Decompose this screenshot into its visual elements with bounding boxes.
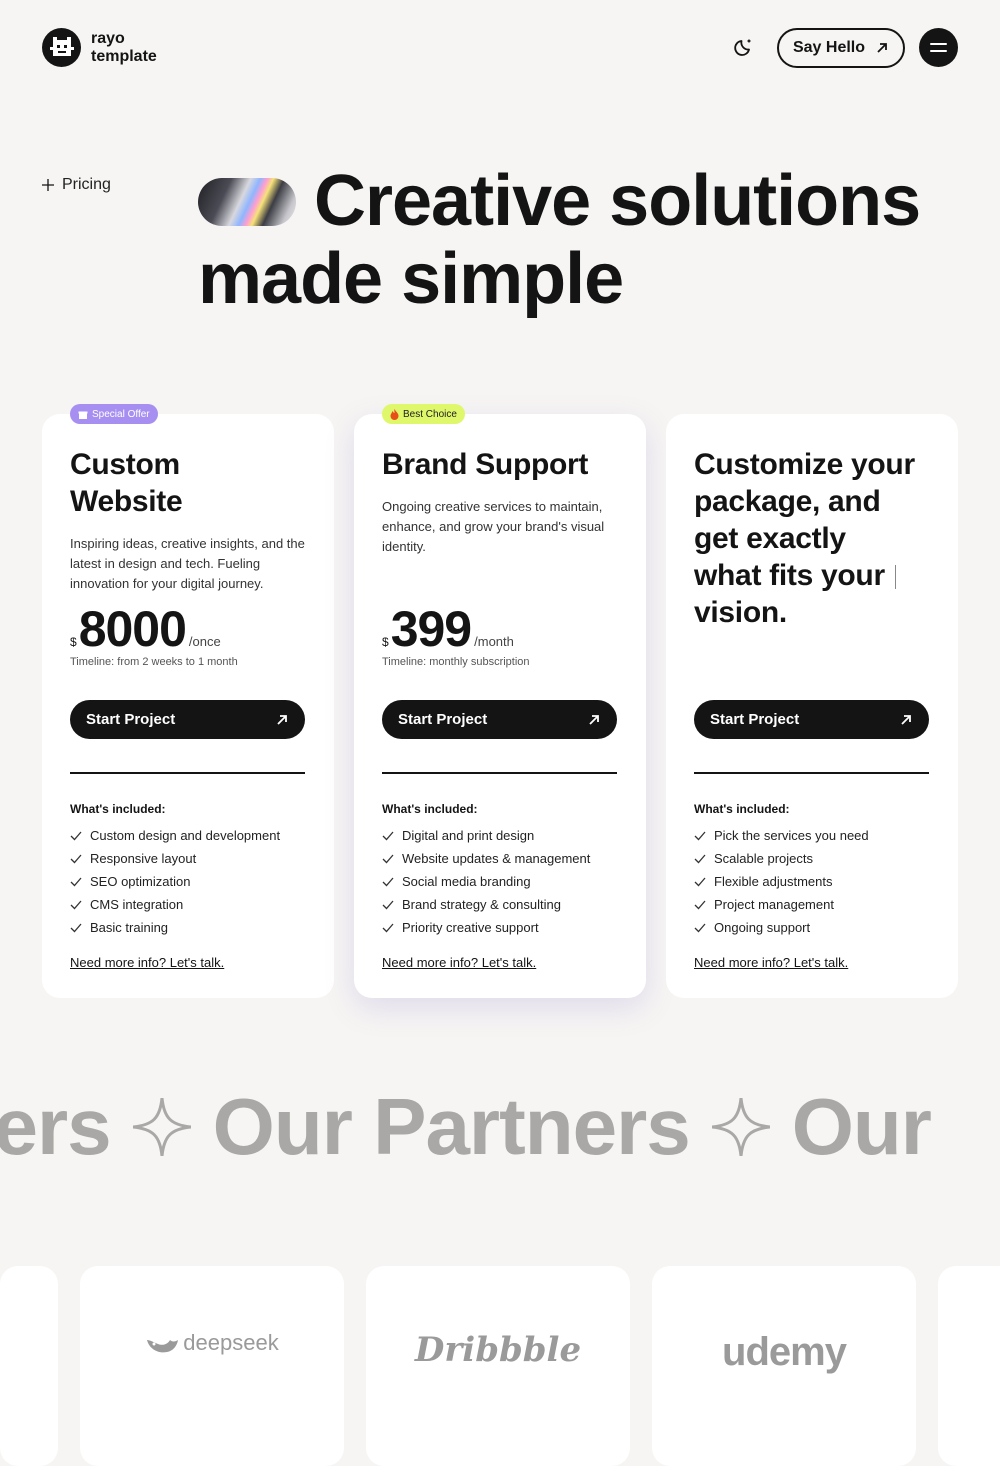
partner-card-udemy: udemy: [652, 1266, 916, 1466]
check-icon: [70, 900, 82, 909]
check-icon: [694, 900, 706, 909]
check-icon: [382, 877, 394, 886]
list-item: CMS integration: [70, 893, 280, 916]
partner-card-deepseek: deepseek: [80, 1266, 344, 1466]
list-item: Priority creative support: [382, 916, 590, 939]
check-icon: [382, 831, 394, 840]
section-eyebrow: Pricing: [42, 176, 111, 194]
start-project-button[interactable]: Start Project: [382, 700, 617, 739]
list-item: Scalable projects: [694, 847, 869, 870]
plan-description: Ongoing creative services to maintain, e…: [382, 499, 605, 554]
arrow-up-right-icon: [589, 714, 599, 725]
logo[interactable]: rayo template: [42, 28, 157, 67]
marquee-text: Our Partners: [212, 1082, 691, 1171]
marquee-text: Our: [791, 1082, 932, 1171]
list-item: Ongoing support: [694, 916, 869, 939]
logo-mark-icon: [42, 28, 81, 67]
partner-logo-text: Dribbble: [414, 1330, 582, 1370]
start-project-button[interactable]: Start Project: [70, 700, 305, 739]
check-icon: [694, 831, 706, 840]
logo-line1: rayo: [91, 29, 125, 47]
list-item: Flexible adjustments: [694, 870, 869, 893]
start-project-button[interactable]: Start Project: [694, 700, 929, 739]
list-item: Social media branding: [382, 870, 590, 893]
check-icon: [382, 854, 394, 863]
check-icon: [70, 877, 82, 886]
plan-description: Inspiring ideas, creative insights, and …: [70, 536, 305, 591]
logo-line2: template: [91, 47, 157, 65]
arrow-up-right-icon: [877, 43, 887, 53]
text-caret: [894, 565, 896, 590]
check-icon: [694, 854, 706, 863]
pricing-card-brand-support: Best Choice Brand Support Ongoing creati…: [354, 404, 646, 998]
plan-title: Customize your package, and get exactly …: [694, 448, 915, 629]
best-choice-badge: Best Choice: [382, 404, 465, 424]
title-line2: made simple: [198, 239, 624, 319]
moon-icon[interactable]: [733, 36, 755, 58]
list-item: SEO optimization: [70, 870, 280, 893]
check-icon: [382, 923, 394, 932]
included-title: What's included:: [70, 802, 166, 816]
sparkle-icon: [711, 1098, 770, 1156]
special-offer-badge: Special Offer: [70, 404, 158, 424]
more-info-link[interactable]: Need more info? Let's talk.: [70, 955, 224, 970]
whale-icon: [147, 1340, 179, 1353]
check-icon: [70, 854, 82, 863]
partner-logo-text: deepseek: [183, 1330, 279, 1355]
divider: [694, 772, 929, 774]
pricing-card-custom-website: Special Offer Custom Website Inspiring i…: [42, 404, 334, 998]
list-item: Website updates & management: [382, 847, 590, 870]
arrow-up-right-icon: [901, 714, 911, 725]
eyebrow-label: Pricing: [62, 176, 111, 193]
pricing-card-customize: Customize your package, and get exactly …: [666, 414, 958, 998]
title-line1: Creative solutions: [314, 161, 921, 241]
fire-icon: [390, 408, 399, 420]
more-info-link[interactable]: Need more info? Let's talk.: [694, 955, 848, 970]
plan-price: $ 8000 /once: [70, 601, 221, 657]
more-info-link[interactable]: Need more info? Let's talk.: [382, 955, 536, 970]
plan-timeline: Timeline: from 2 weeks to 1 month: [70, 656, 238, 668]
menu-button[interactable]: [919, 28, 958, 67]
sparkle-icon: [132, 1098, 191, 1156]
menu-icon: [930, 43, 947, 45]
partner-card-partial: [0, 1266, 58, 1466]
included-title: What's included:: [694, 802, 790, 816]
feature-list: Pick the services you need Scalable proj…: [694, 824, 869, 939]
gift-icon: [78, 411, 88, 419]
plan-price: $ 399 /month: [382, 601, 514, 657]
partners-marquee: tners Our Partners Our: [0, 1082, 1000, 1172]
list-item: Brand strategy & consulting: [382, 893, 590, 916]
included-title: What's included:: [382, 802, 478, 816]
list-item: Custom design and development: [70, 824, 280, 847]
list-item: Responsive layout: [70, 847, 280, 870]
list-item: Digital and print design: [382, 824, 590, 847]
check-icon: [694, 923, 706, 932]
divider: [70, 772, 305, 774]
page-title: Creative solutions made simple: [198, 162, 958, 318]
partner-card-partial: [938, 1266, 1000, 1466]
divider: [382, 772, 617, 774]
feature-list: Digital and print design Website updates…: [382, 824, 590, 939]
arrow-up-right-icon: [277, 714, 287, 725]
list-item: Basic training: [70, 916, 280, 939]
list-item: Pick the services you need: [694, 824, 869, 847]
say-hello-label: Say Hello: [792, 39, 866, 56]
check-icon: [382, 900, 394, 909]
plan-title: Brand Support: [382, 448, 589, 481]
check-icon: [70, 923, 82, 932]
list-item: Project management: [694, 893, 869, 916]
marquee-text: tners: [0, 1082, 112, 1171]
feature-list: Custom design and development Responsive…: [70, 824, 280, 939]
check-icon: [70, 831, 82, 840]
plan-title: Custom Website: [70, 448, 183, 518]
partner-logo-text: udemy: [722, 1330, 847, 1374]
say-hello-button[interactable]: Say Hello: [777, 28, 905, 68]
check-icon: [694, 877, 706, 886]
partner-card-dribbble: Dribbble: [366, 1266, 630, 1466]
sparkle-icon: [42, 179, 54, 191]
plan-timeline: Timeline: monthly subscription: [382, 656, 530, 668]
